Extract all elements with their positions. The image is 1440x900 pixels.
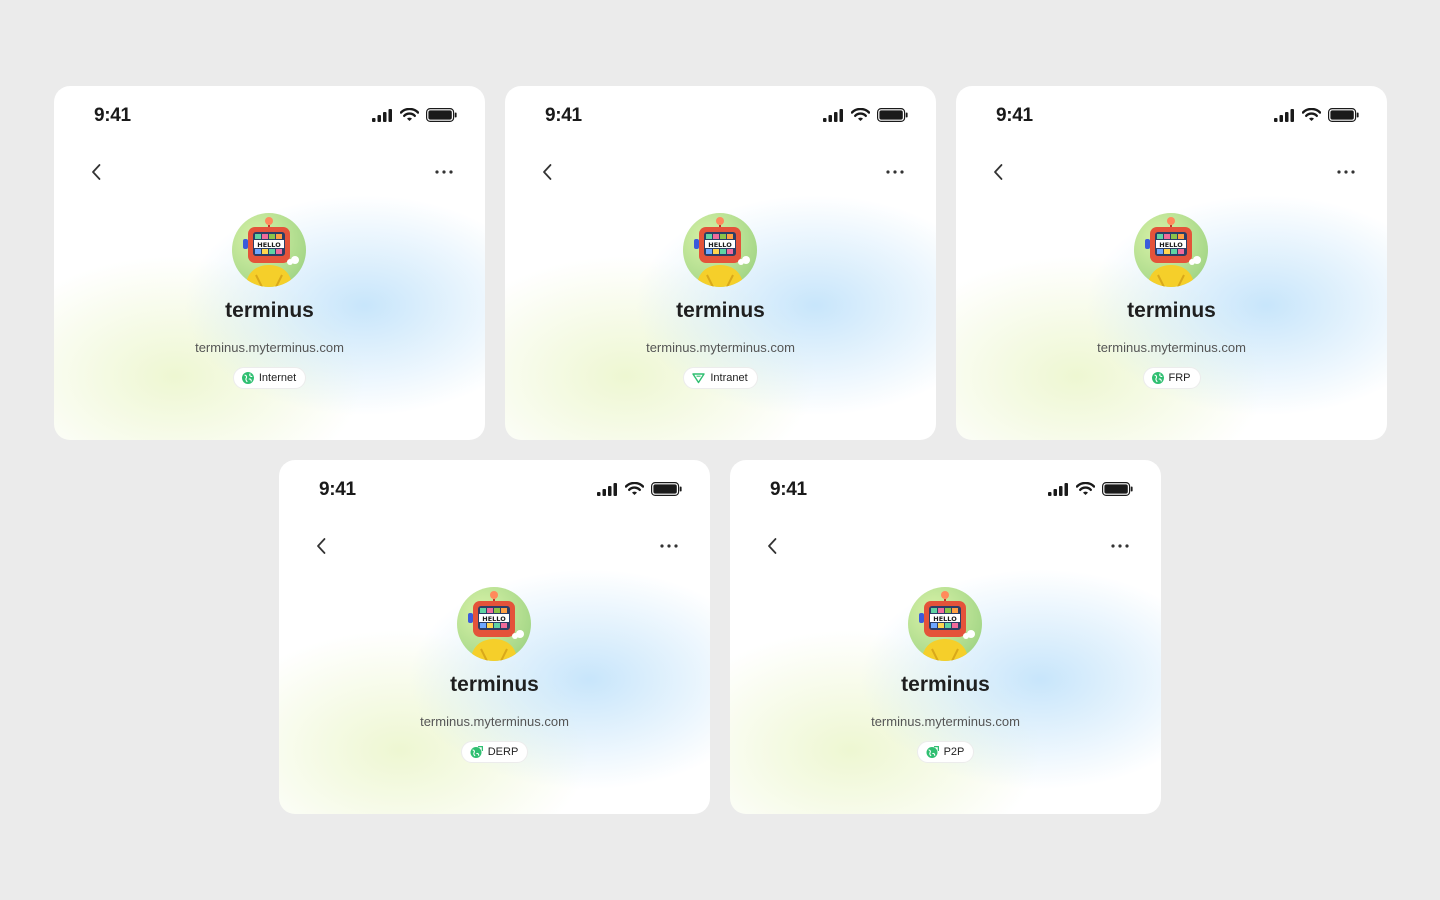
more-options-button[interactable] [660,538,678,554]
battery-icon [877,108,908,122]
back-button[interactable] [766,537,780,555]
avatar: HELLO [908,587,982,661]
device-name: terminus [450,673,539,696]
device-domain: terminus.myterminus.com [871,714,1020,729]
signal-icon [1048,482,1068,496]
avatar-hello-text: HELLO [1159,241,1183,249]
profile-card-p2p: 9:41 HELLO terminus terminus.myterminus.… [730,460,1161,814]
status-time: 9:41 [319,479,356,500]
profile-card-derp: 9:41 HELLO terminus terminus.myterminus.… [279,460,710,814]
connection-badge: Internet [232,367,307,389]
signal-icon [823,108,843,122]
globe-relay-icon [926,746,939,758]
device-name: terminus [225,299,314,322]
back-button[interactable] [315,537,329,555]
avatar-hello-text: HELLO [933,615,957,623]
status-time: 9:41 [770,479,807,500]
status-icons [823,108,908,122]
shield-icon [692,373,706,384]
badge-label: Intranet [710,372,748,384]
battery-icon [1102,482,1133,496]
badge-label: P2P [943,746,965,758]
signal-icon [1274,108,1294,122]
wifi-icon [851,108,870,121]
status-icons [372,108,457,122]
connection-badge: P2P [916,741,975,763]
avatar-hello-text: HELLO [257,241,281,249]
device-name: terminus [1127,299,1216,322]
globe-icon [241,372,254,384]
device-domain: terminus.myterminus.com [1097,340,1246,355]
back-button[interactable] [541,163,555,181]
battery-icon [651,482,682,496]
device-domain: terminus.myterminus.com [646,340,795,355]
device-name: terminus [676,299,765,322]
back-button[interactable] [992,163,1006,181]
badge-label: Internet [258,372,297,384]
back-button[interactable] [90,163,104,181]
more-options-button[interactable] [886,164,904,180]
avatar: HELLO [457,587,531,661]
status-time: 9:41 [94,105,131,126]
badge-label: FRP [1168,372,1191,384]
status-time: 9:41 [545,105,582,126]
connection-badge: DERP [460,741,529,763]
status-icons [597,482,682,496]
avatar-hello-text: HELLO [482,615,506,623]
connection-badge: Intranet [683,367,758,389]
profile-card-intranet: 9:41 HELLO terminus terminus.myterminus.… [505,86,936,440]
more-options-button[interactable] [1337,164,1355,180]
signal-icon [597,482,617,496]
profile-card-frp: 9:41 HELLO terminus terminus.myterminus.… [956,86,1387,440]
status-time: 9:41 [996,105,1033,126]
battery-icon [1328,108,1359,122]
globe-icon [1151,372,1164,384]
more-options-button[interactable] [435,164,453,180]
signal-icon [372,108,392,122]
avatar: HELLO [232,213,306,287]
wifi-icon [400,108,419,121]
wifi-icon [1302,108,1321,121]
more-options-button[interactable] [1111,538,1129,554]
globe-relay-icon [470,746,483,758]
device-domain: terminus.myterminus.com [420,714,569,729]
badge-label: DERP [487,746,519,758]
avatar: HELLO [683,213,757,287]
profile-card-internet: 9:41 HELLO terminus terminus.myterminus.… [54,86,485,440]
avatar: HELLO [1134,213,1208,287]
battery-icon [426,108,457,122]
avatar-hello-text: HELLO [708,241,732,249]
status-icons [1048,482,1133,496]
wifi-icon [625,482,644,495]
device-domain: terminus.myterminus.com [195,340,344,355]
wifi-icon [1076,482,1095,495]
connection-badge: FRP [1142,367,1201,389]
device-name: terminus [901,673,990,696]
status-icons [1274,108,1359,122]
